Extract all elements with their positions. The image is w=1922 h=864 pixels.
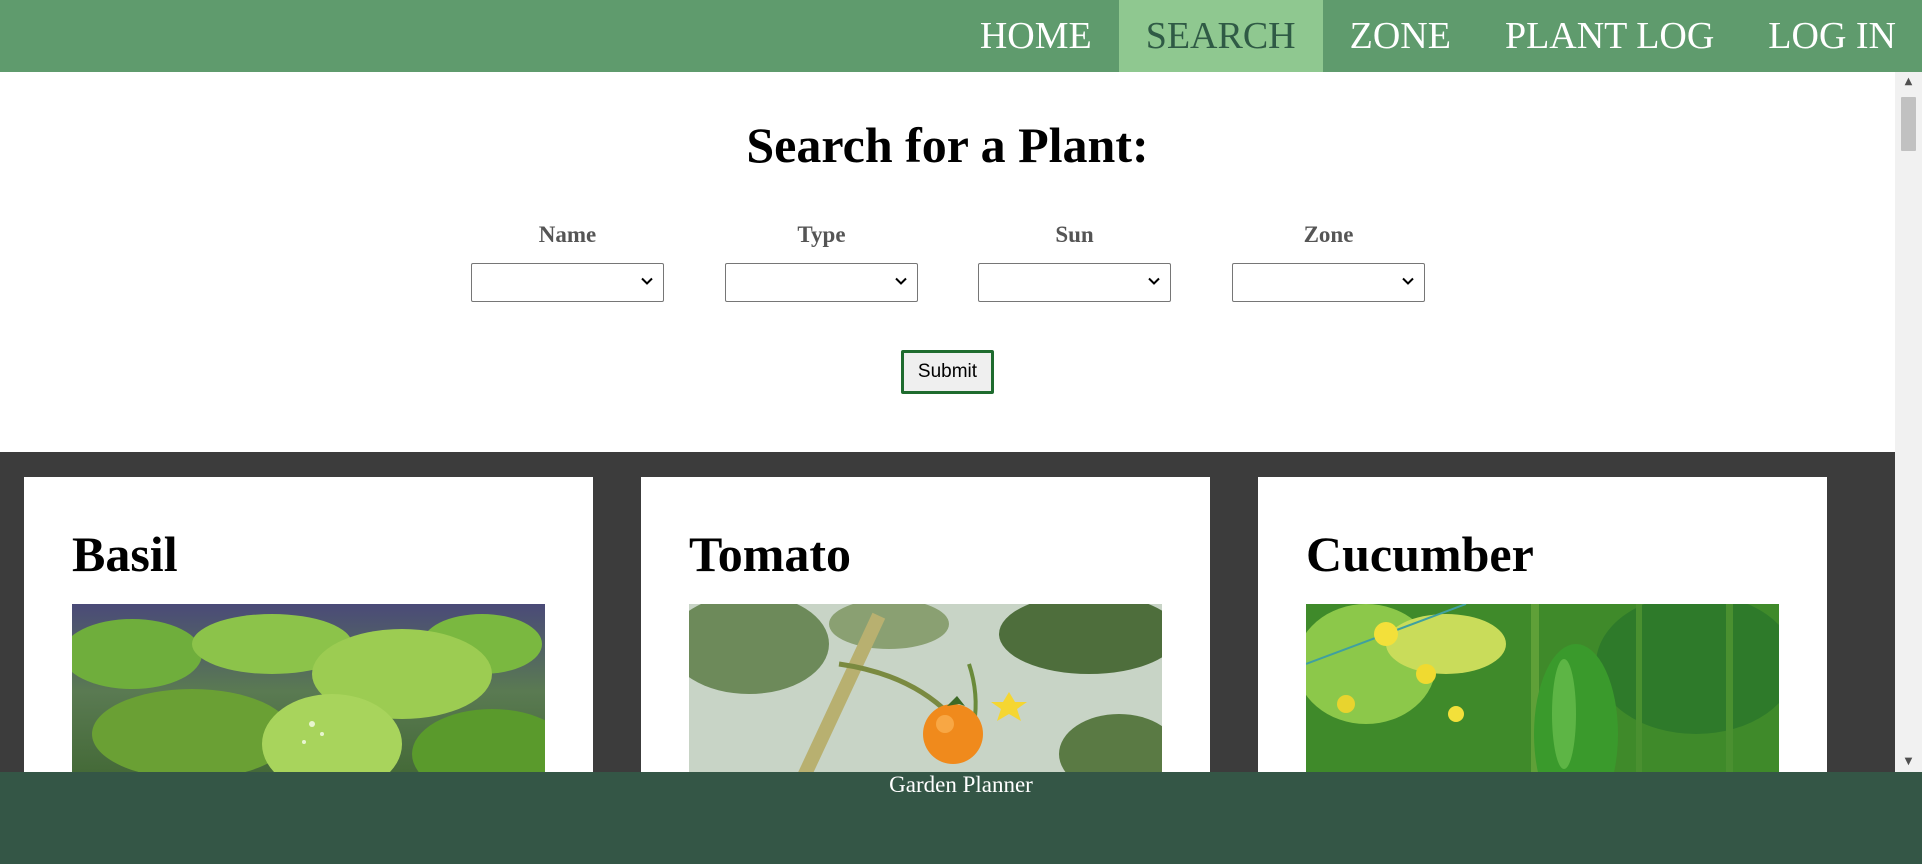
chevron-down-icon [895,277,907,285]
nav-item-log-in[interactable]: LOG IN [1741,0,1922,72]
plant-card-tomato[interactable]: Tomato [641,477,1210,772]
zone-field: Zone [1232,222,1425,302]
plant-card-title: Cucumber [1306,526,1534,582]
page-title: Search for a Plant: [746,117,1149,173]
submit-button[interactable]: Submit [901,350,994,394]
chevron-down-icon [1402,277,1414,285]
footer: Garden Planner [0,772,1922,864]
tomato-image [689,604,1162,772]
sun-label: Sun [1055,222,1094,247]
basil-image [72,604,545,772]
scroll-down-icon[interactable]: ▼ [1895,752,1922,772]
search-section: Search for a Plant: Name Type Sun Zone S… [0,72,1895,452]
plant-card-title: Tomato [689,526,852,582]
name-label: Name [538,222,597,247]
plant-card-cucumber[interactable]: Cucumber [1258,477,1827,772]
cucumber-image [1306,604,1779,772]
sun-select[interactable] [978,263,1171,302]
name-field: Name [471,222,664,302]
main-content: Search for a Plant: Name Type Sun Zone S… [0,72,1895,772]
nav-item-home[interactable]: HOME [953,0,1119,72]
nav-item-search[interactable]: SEARCH [1118,0,1323,72]
chevron-down-icon [641,277,653,285]
plant-card-title: Basil [72,526,178,582]
nav-item-zone[interactable]: ZONE [1323,0,1478,72]
plant-cards-section: Basil Tomato Cucumber [0,452,1895,772]
chevron-down-icon [1148,277,1160,285]
vertical-scrollbar[interactable]: ▲ ▼ [1895,72,1922,772]
sun-field: Sun [978,222,1171,302]
type-label: Type [797,222,846,247]
zone-label: Zone [1303,222,1354,247]
type-field: Type [725,222,918,302]
scrollbar-thumb[interactable] [1901,97,1916,151]
nav-item-plant-log[interactable]: PLANT LOG [1478,0,1741,72]
zone-select[interactable] [1232,263,1425,302]
name-select[interactable] [471,263,664,302]
footer-text: Garden Planner [889,772,1033,797]
top-navigation: HOME SEARCH ZONE PLANT LOG LOG IN [0,0,1922,72]
type-select[interactable] [725,263,918,302]
scroll-up-icon[interactable]: ▲ [1895,72,1922,92]
plant-card-basil[interactable]: Basil [24,477,593,772]
